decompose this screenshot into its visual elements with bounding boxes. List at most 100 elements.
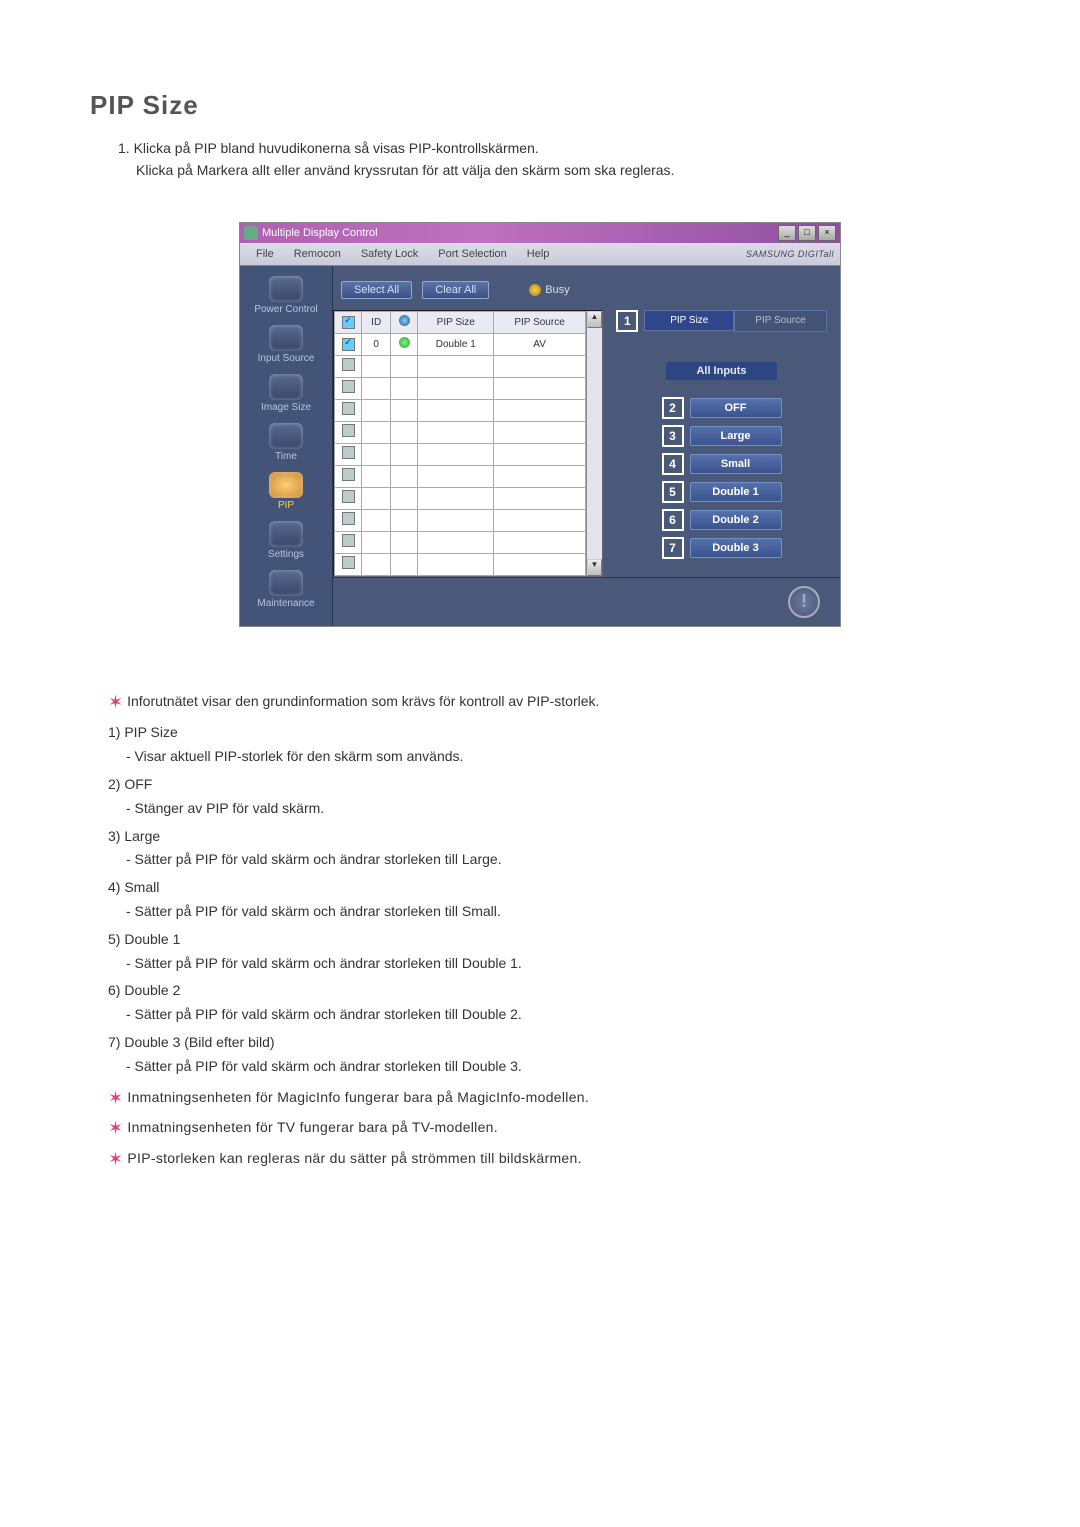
select-all-button[interactable]: Select All [341,281,412,299]
opt-large-button[interactable]: Large [690,426,782,446]
row-checkbox[interactable] [342,534,355,547]
item-2-header: 2) OFF [108,773,990,797]
star-icon: ✶ [108,1118,123,1138]
callout-6: 6 [662,509,684,531]
intro-text: 1. Klicka på PIP bland huvudikonerna så … [118,137,990,182]
row-checkbox[interactable] [342,338,355,351]
status-dot [399,337,410,348]
row-checkbox[interactable] [342,424,355,437]
sidebar-label: Time [275,451,297,462]
window-title: Multiple Display Control [262,227,378,239]
row-checkbox[interactable] [342,512,355,525]
scroll-down-button[interactable]: ▼ [587,559,602,576]
sidebar-item-pip[interactable]: PIP [240,468,332,517]
callout-5: 5 [662,481,684,503]
sidebar-item-power[interactable]: Power Control [240,272,332,321]
row-checkbox[interactable] [342,358,355,371]
bulb-icon [529,284,541,296]
titlebar: Multiple Display Control _ □ × [240,223,840,243]
item-4-header: 4) Small [108,876,990,900]
final-note-3: PIP-storleken kan regleras när du sätter… [127,1150,581,1166]
status-header-icon [399,315,410,326]
menu-port-selection[interactable]: Port Selection [428,246,516,262]
star-icon: ✶ [108,692,123,712]
row-checkbox[interactable] [342,446,355,459]
close-button[interactable]: × [818,225,836,241]
opt-double2-button[interactable]: Double 2 [690,510,782,530]
item-3-desc: - Sätter på PIP för vald skärm och ändra… [126,848,990,872]
power-icon [269,276,303,302]
star-icon: ✶ [108,1088,123,1108]
opt-off-button[interactable]: OFF [690,398,782,418]
minimize-button[interactable]: _ [778,225,796,241]
sidebar-item-settings[interactable]: Settings [240,517,332,566]
grid: ID PIP Size PIP Source 0 Double 1 AV [333,310,603,577]
menu-remocon[interactable]: Remocon [284,246,351,262]
clear-all-button[interactable]: Clear All [422,281,489,299]
intro-line-2: Klicka på Markera allt eller använd krys… [136,159,990,181]
intro-line-1: 1. Klicka på PIP bland huvudikonerna så … [118,137,990,159]
scrollbar[interactable]: ▲ ▼ [586,311,602,576]
image-size-icon [269,374,303,400]
sidebar-item-input[interactable]: Input Source [240,321,332,370]
busy-indicator: Busy [529,284,569,296]
row-checkbox[interactable] [342,380,355,393]
sidebar-label: Maintenance [257,598,314,609]
tab-pip-size[interactable]: PIP Size [644,310,734,331]
item-2-desc: - Stänger av PIP för vald skärm. [126,797,990,821]
sidebar-label: Power Control [254,304,317,315]
row-checkbox[interactable] [342,490,355,503]
item-7-desc: - Sätter på PIP för vald skärm och ändra… [126,1055,990,1079]
col-id: ID [362,311,391,333]
final-note-2: Inmatningsenheten för TV fungerar bara p… [127,1119,498,1135]
callout-7: 7 [662,537,684,559]
opt-small-button[interactable]: Small [690,454,782,474]
star-icon: ✶ [108,1149,123,1169]
item-6-header: 6) Double 2 [108,979,990,1003]
pip-icon [269,472,303,498]
header-checkbox[interactable] [342,316,355,329]
item-3-header: 3) Large [108,825,990,849]
app-window: Multiple Display Control _ □ × File Remo… [239,222,841,627]
sidebar-item-image-size[interactable]: Image Size [240,370,332,419]
sidebar-label: Image Size [261,402,311,413]
settings-icon [269,521,303,547]
callout-3: 3 [662,425,684,447]
item-1-desc: - Visar aktuell PIP-storlek för den skär… [126,745,990,769]
item-6-desc: - Sätter på PIP för vald skärm och ändra… [126,1003,990,1027]
tab-pip-source[interactable]: PIP Source [734,310,826,332]
item-5-header: 5) Double 1 [108,928,990,952]
cell-size: Double 1 [418,333,494,355]
row-checkbox[interactable] [342,468,355,481]
opt-double3-button[interactable]: Double 3 [690,538,782,558]
sidebar-item-time[interactable]: Time [240,419,332,468]
callout-1: 1 [616,310,638,332]
opt-double1-button[interactable]: Double 1 [690,482,782,502]
sidebar-label: Settings [268,549,304,560]
item-1-header: 1) PIP Size [108,721,990,745]
cell-id: 0 [362,333,391,355]
final-note-1: Inmatningsenheten för MagicInfo fungerar… [127,1089,589,1105]
item-7-header: 7) Double 3 (Bild efter bild) [108,1031,990,1055]
row-checkbox[interactable] [342,556,355,569]
scroll-up-button[interactable]: ▲ [587,311,602,328]
sidebar-item-maintenance[interactable]: Maintenance [240,566,332,615]
input-icon [269,325,303,351]
col-pip-source: PIP Source [494,311,586,333]
menubar: File Remocon Safety Lock Port Selection … [240,243,840,266]
menu-file[interactable]: File [246,246,284,262]
table-row[interactable]: 0 Double 1 AV [335,333,586,355]
info-icon: ! [788,586,820,618]
sidebar-label: PIP [278,500,294,511]
maximize-button[interactable]: □ [798,225,816,241]
menu-help[interactable]: Help [517,246,560,262]
sidebar-label: Input Source [258,353,315,364]
brand-label: SAMSUNG DIGITall [746,249,834,259]
explanation: ✶Inforutnätet visar den grundinformation… [108,687,990,1175]
app-icon [244,226,258,240]
menu-safety-lock[interactable]: Safety Lock [351,246,428,262]
row-checkbox[interactable] [342,402,355,415]
callout-2: 2 [662,397,684,419]
all-inputs-label: All Inputs [666,362,776,380]
col-pip-size: PIP Size [418,311,494,333]
